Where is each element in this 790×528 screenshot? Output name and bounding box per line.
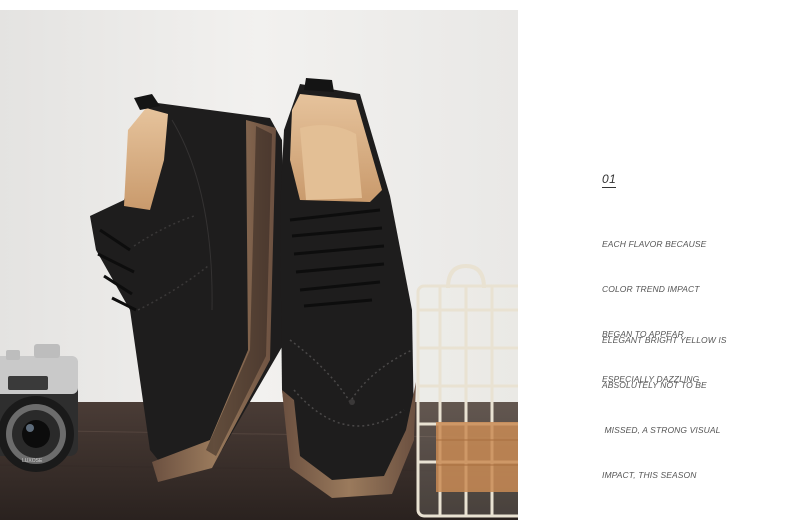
- description-line: COLOR TREND IMPACT: [602, 284, 700, 294]
- description-paragraph-2: ELEGANT BRIGHT YELLOW IS ABSOLUTELY NOT …: [602, 303, 727, 513]
- section-number: 01: [602, 172, 617, 188]
- description-line: ELEGANT BRIGHT YELLOW IS: [602, 335, 727, 345]
- description-line: MISSED, A STRONG VISUAL: [602, 425, 721, 435]
- camera-brand-label: LUXOSE: [22, 458, 43, 464]
- description-line: ABSOLUTELY NOT TO BE: [602, 380, 707, 390]
- description-line: EACH FLAVOR BECAUSE: [602, 239, 707, 249]
- product-copy: 01 EACH FLAVOR BECAUSE COLOR TREND IMPAC…: [602, 170, 782, 480]
- product-photo: LUXOSE: [0, 10, 518, 520]
- description-line: IMPACT, THIS SEASON: [602, 470, 697, 480]
- camera-prop: LUXOSE: [0, 344, 78, 472]
